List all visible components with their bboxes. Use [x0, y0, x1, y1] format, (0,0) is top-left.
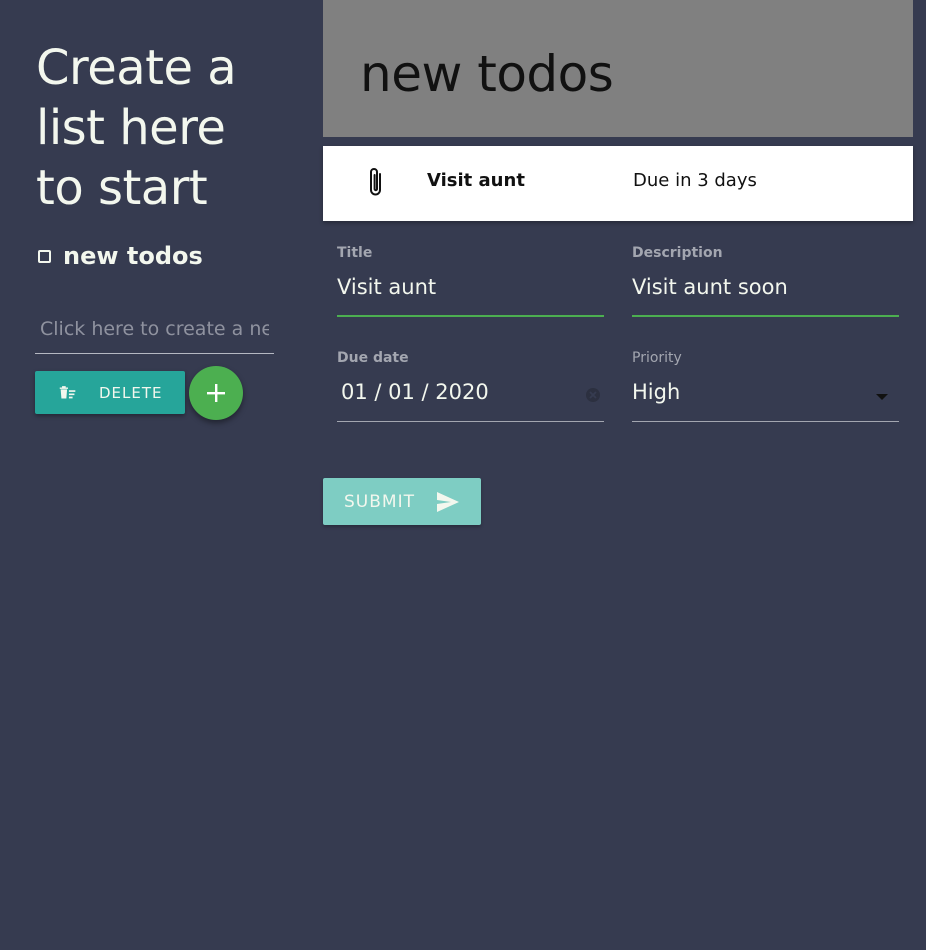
list-checkbox[interactable] — [38, 249, 51, 263]
priority-label: Priority — [632, 350, 682, 366]
delete-button[interactable]: DELETE — [35, 371, 185, 414]
plus-icon — [207, 384, 225, 402]
app-root: Create a list here to start new todos DE… — [0, 0, 926, 950]
due-date-field[interactable]: Due date 01 / 01 / 2020 — [337, 350, 604, 425]
title-label: Title — [337, 245, 373, 261]
new-list-input[interactable] — [35, 305, 274, 354]
submit-button[interactable]: SUBMIT — [323, 478, 481, 525]
todo-title: Visit aunt — [427, 170, 525, 191]
due-date-underline — [337, 421, 604, 422]
priority-underline — [632, 421, 899, 422]
clear-icon[interactable] — [585, 387, 601, 403]
list-item-label: new todos — [63, 242, 203, 270]
priority-value: High — [632, 380, 681, 404]
description-input[interactable]: Visit aunt soon — [632, 275, 788, 299]
title-field[interactable]: Title Visit aunt — [337, 245, 604, 320]
description-field[interactable]: Description Visit aunt soon — [632, 245, 899, 320]
submit-button-label: SUBMIT — [344, 491, 415, 512]
list-header: new todos — [323, 0, 913, 137]
todo-due: Due in 3 days — [633, 170, 757, 191]
due-date-input[interactable]: 01 / 01 / 2020 — [341, 380, 489, 404]
todo-row[interactable]: Visit aunt Due in 3 days — [323, 146, 913, 221]
due-date-label: Due date — [337, 350, 409, 366]
description-label: Description — [632, 245, 723, 261]
delete-sweep-icon — [59, 385, 76, 398]
chevron-down-icon[interactable] — [876, 394, 888, 400]
description-underline — [632, 315, 899, 317]
priority-select[interactable]: Priority High — [632, 350, 899, 425]
title-underline — [337, 315, 604, 317]
delete-button-label: DELETE — [99, 383, 163, 402]
send-icon — [436, 491, 459, 512]
list-item-new-todos[interactable]: new todos — [38, 242, 203, 270]
list-title: new todos — [360, 45, 614, 103]
add-list-button[interactable] — [189, 366, 243, 420]
sidebar-heading: Create a list here to start — [36, 40, 237, 216]
paperclip-icon — [370, 168, 381, 196]
title-input[interactable]: Visit aunt — [337, 275, 436, 299]
